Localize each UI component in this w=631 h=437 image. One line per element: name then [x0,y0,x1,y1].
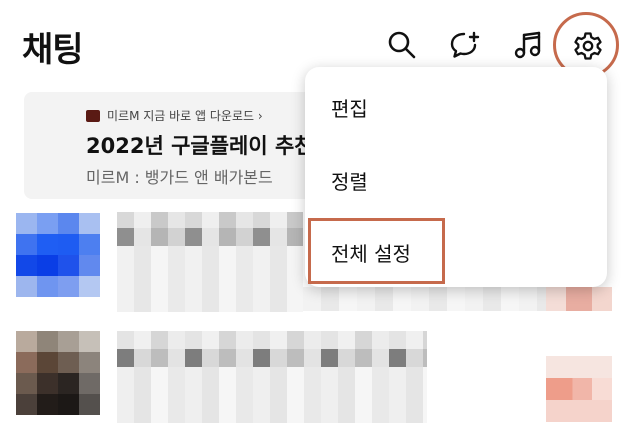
menu-item-edit[interactable]: 편집 [331,93,368,122]
settings-gear-icon[interactable] [570,28,606,64]
ad-subline: 미르M : 뱅가드 앤 배가본드 [86,168,273,187]
chat-name-blurred [117,228,303,246]
chat-name-blurred [117,349,427,367]
avatar [16,331,100,415]
music-icon[interactable] [510,27,546,63]
search-icon[interactable] [384,27,420,63]
avatar [16,213,100,297]
chat-name-blurred [117,331,427,349]
settings-dropdown-menu: 편집 정렬 전체 설정 [305,67,607,287]
ad-app-logo [86,110,100,122]
ad-source-link[interactable]: 미르M 지금 바로 앱 다운로드 › [107,107,263,124]
ad-banner[interactable]: 미르M 지금 바로 앱 다운로드 › 2022년 구글플레이 추천 미르M : … [24,92,324,199]
chat-preview-blurred [303,287,548,311]
unread-badge-blurred [546,356,612,422]
chat-preview-blurred [117,246,303,312]
menu-item-all-settings[interactable]: 전체 설정 [331,238,411,267]
header-title: 채팅 [22,30,84,70]
new-chat-icon[interactable] [447,27,483,63]
menu-item-sort[interactable]: 정렬 [331,166,368,195]
unread-badge-blurred [546,287,612,311]
ad-headline: 2022년 구글플레이 추천 [86,134,314,158]
chat-preview-blurred [117,367,427,423]
